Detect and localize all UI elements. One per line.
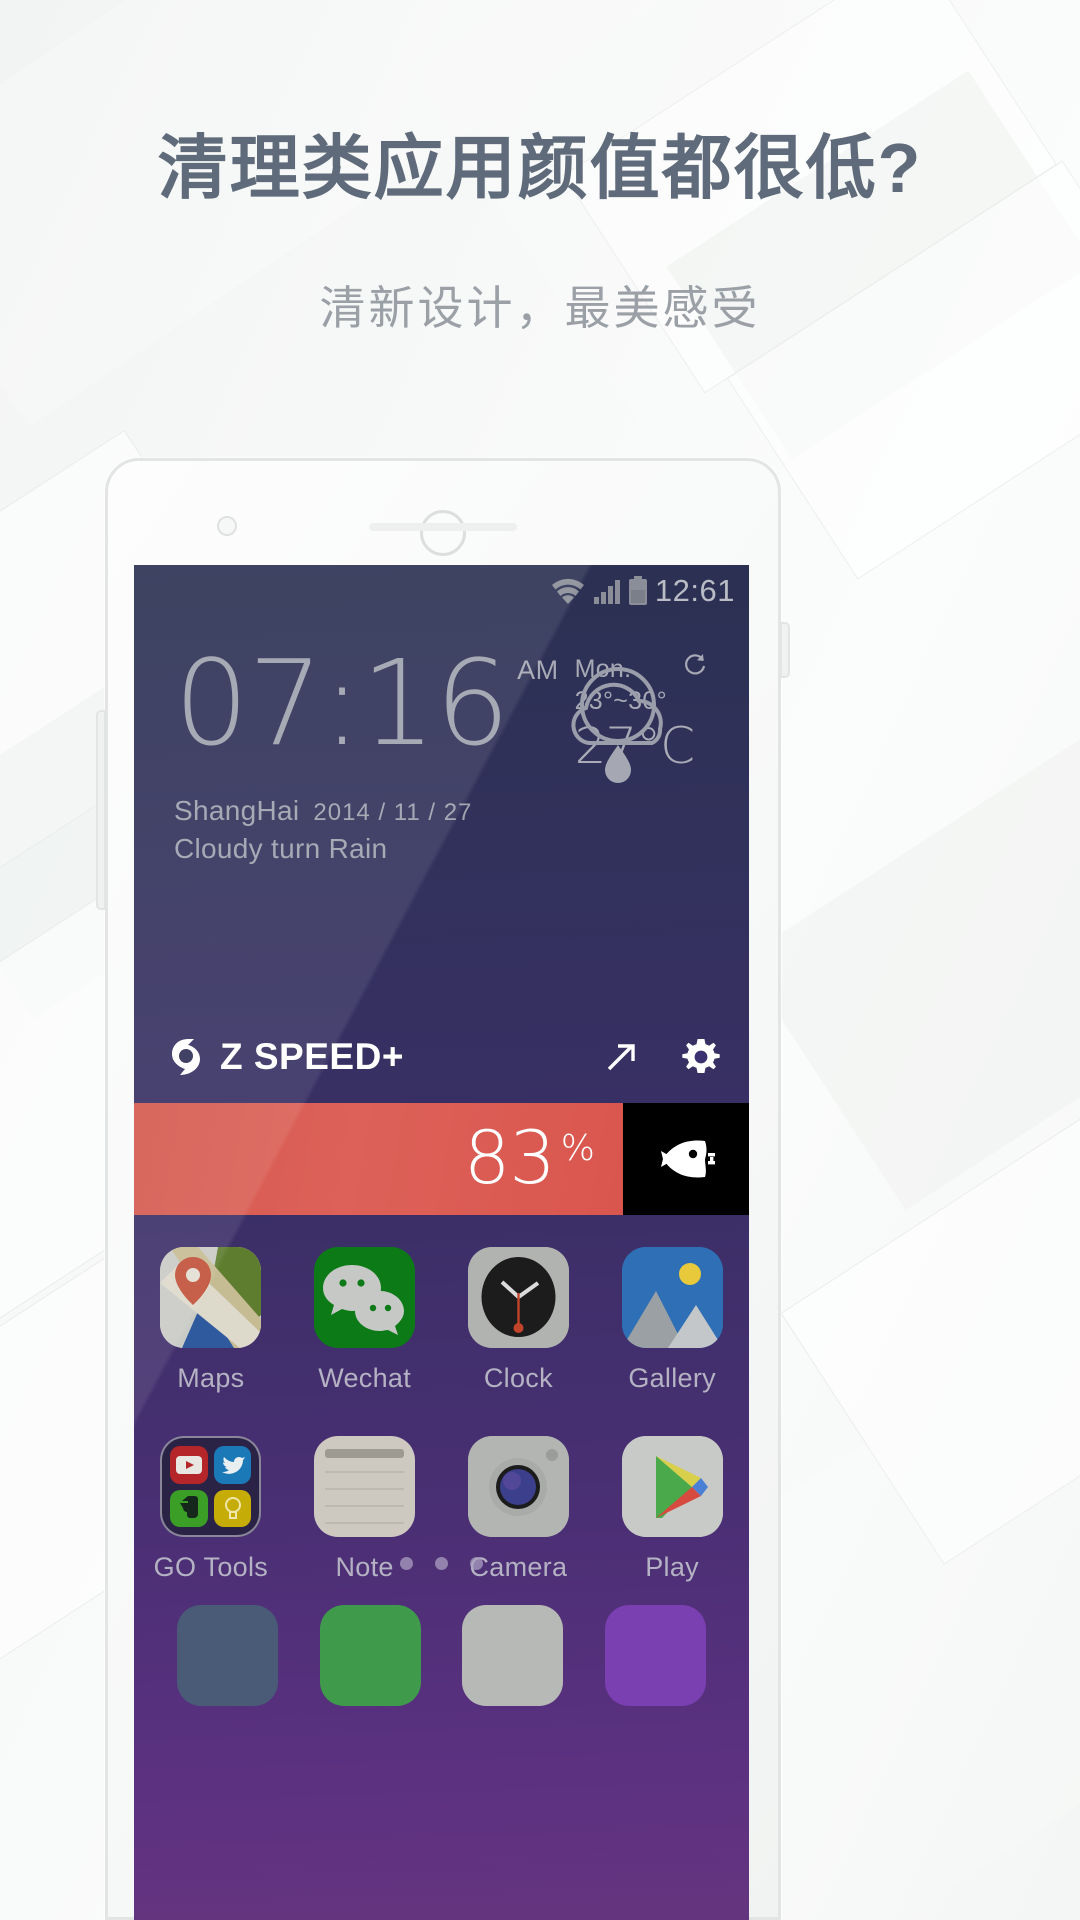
- gear-icon[interactable]: [679, 1035, 723, 1079]
- app-row: Maps Wechat Clock Gallery: [134, 1233, 749, 1394]
- brand-actions: [601, 1035, 723, 1079]
- gallery-icon: [621, 1247, 723, 1348]
- go-tools-folder-icon: [160, 1436, 262, 1537]
- dock-phone-icon[interactable]: [176, 1605, 278, 1706]
- memory-percent-unit: %: [560, 1127, 595, 1169]
- clock-icon: [467, 1247, 569, 1348]
- wechat-icon: [314, 1247, 416, 1348]
- clock-weather-widget[interactable]: 07:16 AM Mon. 23°~30° 27°C ShangHai 2014 …: [174, 634, 714, 865]
- note-line: [325, 1522, 405, 1524]
- weather-date: 2014 / 11 / 27: [313, 799, 473, 826]
- front-camera-icon: [217, 516, 237, 536]
- app-clock[interactable]: Clock: [442, 1233, 596, 1394]
- note-icon: [314, 1436, 416, 1537]
- play-store-icon: [621, 1436, 723, 1537]
- app-label: Gallery: [628, 1363, 716, 1393]
- signal-icon: [593, 580, 620, 604]
- evernote-icon: [170, 1489, 208, 1527]
- youtube-icon: [170, 1446, 208, 1484]
- memory-fill: 83 %: [134, 1103, 623, 1215]
- app-wechat[interactable]: Wechat: [288, 1233, 442, 1394]
- page-dot[interactable]: [400, 1557, 413, 1570]
- clock-meridiem: AM: [517, 655, 559, 685]
- note-line: [325, 1505, 405, 1507]
- dock-messages-icon[interactable]: [319, 1605, 421, 1706]
- rocket-icon: [661, 1140, 715, 1178]
- app-label: Maps: [177, 1363, 245, 1393]
- dock-browser-icon[interactable]: [462, 1605, 564, 1706]
- page-indicator: [134, 1557, 749, 1570]
- dock-apps-icon[interactable]: [605, 1605, 707, 1706]
- wifi-icon: [551, 578, 584, 604]
- app-label: Clock: [483, 1363, 553, 1393]
- status-bar-right: 12:61: [550, 574, 735, 608]
- flashlight-icon: [213, 1489, 252, 1527]
- weather-city: ShangHai: [174, 795, 300, 826]
- boost-button[interactable]: [623, 1103, 749, 1215]
- rain-cloud-icon: [571, 667, 663, 783]
- app-maps[interactable]: Maps: [134, 1233, 288, 1394]
- brand-left: Z SPEED+: [170, 1036, 404, 1078]
- page-dot[interactable]: [470, 1557, 483, 1570]
- arrow-up-right-icon[interactable]: [601, 1037, 641, 1077]
- note-line: [325, 1471, 405, 1473]
- zspeed-logo-icon: [172, 1039, 200, 1075]
- page-subtitle: 清新设计，最美感受: [319, 282, 761, 334]
- camera-icon: [467, 1436, 569, 1537]
- app-label: Wechat: [318, 1363, 412, 1393]
- bg-card-shadow: [742, 729, 1080, 1211]
- status-bar: 12:61: [134, 565, 749, 617]
- phone-speaker: [369, 523, 517, 531]
- brand-name: Z SPEED+: [220, 1036, 404, 1077]
- battery-icon: [628, 576, 647, 605]
- dock: [134, 1605, 749, 1706]
- status-bar-clock: 12:61: [654, 573, 735, 608]
- weather-location-line: ShangHai 2014 / 11 / 27: [174, 795, 714, 827]
- phone-mockup: 12:61 07:16 AM Mon. 23°~30° 27°C ShangHa…: [96, 458, 790, 1920]
- twitter-icon: [213, 1446, 252, 1484]
- maps-icon: [160, 1247, 262, 1348]
- volume-button[interactable]: [96, 710, 106, 910]
- memory-percent-value: 83: [463, 1116, 556, 1201]
- note-title-bar: [325, 1449, 405, 1458]
- weather-condition: Cloudy turn Rain: [174, 833, 388, 864]
- phone-sensor-ring: [420, 510, 466, 556]
- page-title: 清理类应用颜值都很低?: [157, 129, 923, 207]
- memory-usage-bar[interactable]: 83 %: [134, 1103, 749, 1215]
- app-gallery[interactable]: Gallery: [595, 1233, 749, 1394]
- phone-screen: 12:61 07:16 AM Mon. 23°~30° 27°C ShangHa…: [134, 565, 749, 1920]
- power-button[interactable]: [780, 622, 790, 678]
- zspeed-widget-header: Z SPEED+: [170, 1035, 723, 1079]
- clock-time: 07:16: [174, 634, 510, 772]
- page-dot[interactable]: [435, 1557, 448, 1570]
- app-grid: Maps Wechat Clock Gallery GO Tools Note …: [134, 1233, 749, 1583]
- note-line: [325, 1488, 405, 1490]
